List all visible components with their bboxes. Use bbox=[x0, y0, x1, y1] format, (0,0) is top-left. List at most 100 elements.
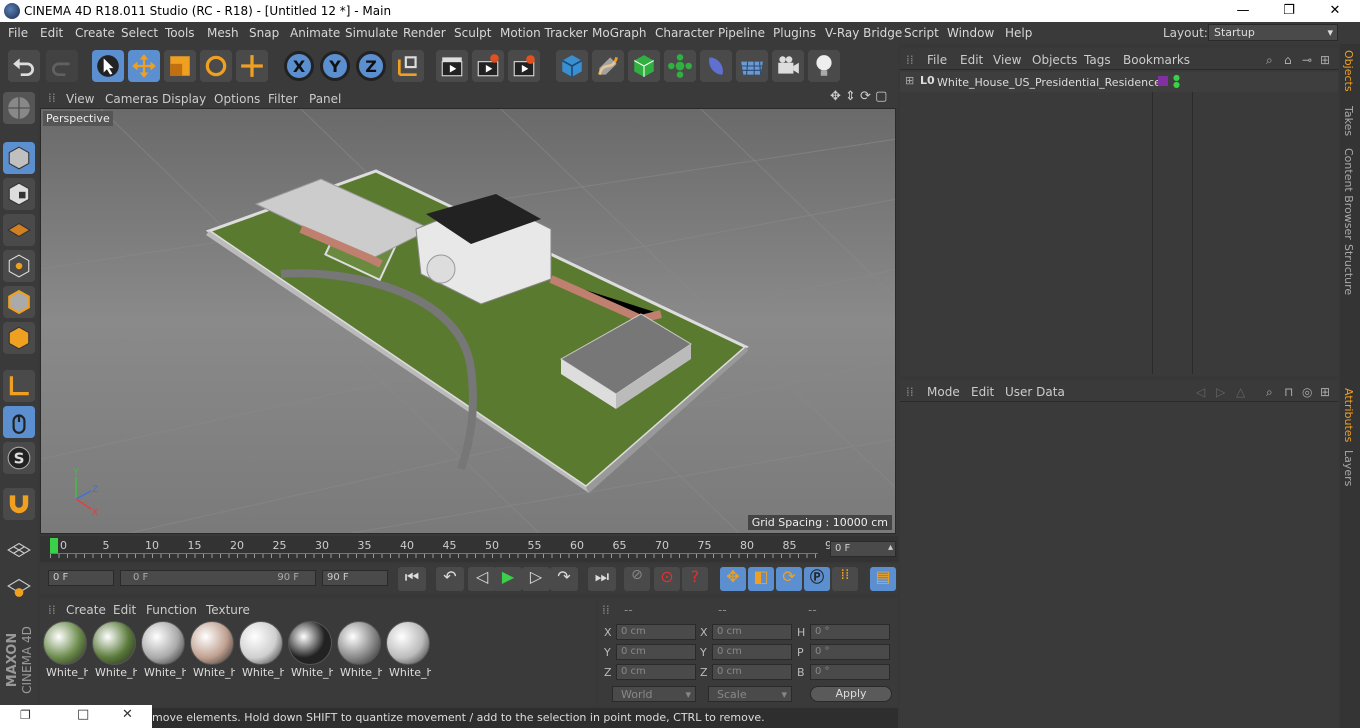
end-frame-field[interactable]: 90 F bbox=[322, 570, 388, 586]
material-menu-texture[interactable]: Texture bbox=[206, 603, 250, 617]
coord-field[interactable]: 0 cm bbox=[712, 664, 792, 680]
material-menu-function[interactable]: Function bbox=[146, 603, 197, 617]
menu-help[interactable]: Help bbox=[1005, 26, 1032, 40]
play-button[interactable]: ▶ bbox=[494, 567, 522, 591]
model-mode-button[interactable] bbox=[3, 142, 35, 174]
workplane-mode-button[interactable] bbox=[3, 570, 35, 602]
viewport-nav-icons[interactable]: ✥ ⇕ ⟳ ▢ bbox=[830, 89, 887, 104]
menu-motion-tracker[interactable]: Motion Tracker bbox=[500, 26, 588, 40]
tab-structure[interactable]: Structure bbox=[1342, 244, 1355, 295]
maximize-icon[interactable]: □ bbox=[77, 707, 89, 722]
keyframe-button[interactable]: ⊘ bbox=[624, 567, 650, 591]
key-rotation-button[interactable]: ⟳ bbox=[776, 567, 802, 591]
tab-takes[interactable]: Takes bbox=[1342, 106, 1355, 136]
x-axis-button[interactable]: X bbox=[284, 51, 314, 81]
objects-menu-edit[interactable]: Edit bbox=[960, 53, 983, 67]
tab-attributes[interactable]: Attributes bbox=[1342, 388, 1355, 442]
points-mode-button[interactable] bbox=[3, 250, 35, 282]
restore-icon[interactable]: ❐ bbox=[20, 708, 31, 722]
start-frame-field[interactable]: 0 F bbox=[48, 570, 114, 586]
menu-script[interactable]: Script bbox=[904, 26, 939, 40]
maximize-button[interactable]: ❐ bbox=[1274, 2, 1304, 20]
subdivision-button[interactable] bbox=[628, 50, 660, 82]
menu-character[interactable]: Character bbox=[655, 26, 714, 40]
range-slider[interactable]: 0 F 90 F bbox=[120, 570, 316, 586]
menu-edit[interactable]: Edit bbox=[40, 26, 63, 40]
key-pla-button[interactable]: ⁞⁞ bbox=[832, 567, 858, 591]
viewport-menu-options[interactable]: Options bbox=[214, 92, 260, 106]
lock-workplane-button[interactable] bbox=[3, 534, 35, 566]
coord-field[interactable]: 0 cm bbox=[712, 624, 792, 640]
tweak-mode-button[interactable] bbox=[3, 406, 35, 438]
home-icon[interactable]: ⌂ bbox=[1284, 53, 1292, 67]
material-swatch[interactable]: White_h bbox=[336, 620, 382, 679]
objects-menu-file[interactable]: File bbox=[927, 53, 947, 67]
search-icon[interactable]: ⌕ bbox=[1266, 385, 1273, 400]
next-frame-button[interactable]: ▷ bbox=[522, 567, 550, 591]
coord-field[interactable]: 0 ° bbox=[810, 624, 890, 640]
playhead[interactable] bbox=[50, 538, 58, 554]
floor-button[interactable] bbox=[736, 50, 768, 82]
viewport-menu-cameras[interactable]: Cameras bbox=[105, 92, 158, 106]
new-panel-icon[interactable]: ⊞ bbox=[1320, 385, 1330, 399]
menu-create[interactable]: Create bbox=[75, 26, 115, 40]
tab-objects[interactable]: Objects bbox=[1342, 50, 1355, 92]
axis-mode-button[interactable] bbox=[3, 370, 35, 402]
menu-file[interactable]: File bbox=[8, 26, 28, 40]
material-swatch[interactable]: White_h bbox=[42, 620, 88, 679]
material-menu-create[interactable]: Create bbox=[66, 603, 106, 617]
viewport-menu-filter[interactable]: Filter bbox=[268, 92, 298, 106]
help-question-icon[interactable]: ? bbox=[682, 567, 708, 591]
timeline-ruler[interactable]: 051015202530354045505560657075808590 0 F… bbox=[40, 536, 898, 562]
key-position-button[interactable]: ✥ bbox=[720, 567, 746, 591]
polygons-mode-button[interactable] bbox=[3, 322, 35, 354]
target-icon[interactable]: ◎ bbox=[1302, 385, 1312, 399]
current-frame-field[interactable]: 0 F ▴ bbox=[830, 541, 896, 557]
objects-menu-tags[interactable]: Tags bbox=[1084, 53, 1111, 67]
render-picture-viewer-button[interactable] bbox=[472, 50, 504, 82]
objects-menu-bookmarks[interactable]: Bookmarks bbox=[1123, 53, 1190, 67]
menu-window[interactable]: Window bbox=[947, 26, 994, 40]
perspective-viewport[interactable]: Y Z X Perspective Grid Spacing : 10000 c… bbox=[40, 108, 896, 534]
light-button[interactable] bbox=[808, 50, 840, 82]
attributes-menu-mode[interactable]: Mode bbox=[927, 385, 960, 399]
menu-mograph[interactable]: MoGraph bbox=[592, 26, 647, 40]
menu-select[interactable]: Select bbox=[121, 26, 158, 40]
deformer-button[interactable] bbox=[700, 50, 732, 82]
magnet-button[interactable] bbox=[3, 488, 35, 520]
material-swatch[interactable]: White_h bbox=[189, 620, 235, 679]
menu-tools[interactable]: Tools bbox=[165, 26, 195, 40]
redo-button[interactable] bbox=[46, 50, 78, 82]
apply-button[interactable]: Apply bbox=[810, 686, 892, 702]
material-menu-edit[interactable]: Edit bbox=[113, 603, 136, 617]
coord-field[interactable]: 0 cm bbox=[712, 644, 792, 660]
render-view-button[interactable] bbox=[436, 50, 468, 82]
menu-simulate[interactable]: Simulate bbox=[345, 26, 398, 40]
close-icon[interactable]: ✕ bbox=[122, 707, 133, 722]
mograph-cloner-button[interactable] bbox=[664, 50, 696, 82]
objects-menu-objects[interactable]: Objects bbox=[1032, 53, 1077, 67]
forward-arrow-icon[interactable]: ▷ bbox=[1216, 385, 1225, 399]
menu-mesh[interactable]: Mesh bbox=[207, 26, 239, 40]
material-swatch[interactable]: White_h bbox=[140, 620, 186, 679]
minimize-button[interactable]: — bbox=[1228, 2, 1258, 20]
transform-tool-button[interactable] bbox=[236, 50, 268, 82]
y-axis-button[interactable]: Y bbox=[320, 51, 350, 81]
visibility-dots-icon[interactable]: ● ● bbox=[1173, 74, 1180, 89]
key-scale-button[interactable]: ◧ bbox=[748, 567, 774, 591]
scale-dropdown[interactable]: Scale ▾ bbox=[708, 686, 792, 702]
menu-sculpt[interactable]: Sculpt bbox=[454, 26, 491, 40]
go-to-start-button[interactable]: ⏮ bbox=[398, 567, 426, 591]
search-icon[interactable]: ⌕ bbox=[1266, 53, 1273, 68]
object-row[interactable]: ⊞ L0 White_House_US_Presidential_Residen… bbox=[900, 72, 1338, 92]
material-swatch[interactable]: White_h bbox=[91, 620, 137, 679]
close-button[interactable]: ✕ bbox=[1320, 2, 1350, 20]
up-arrow-icon[interactable]: △ bbox=[1236, 385, 1245, 399]
world-dropdown[interactable]: World ▾ bbox=[612, 686, 696, 702]
menu-vray-bridge[interactable]: V-Ray Bridge bbox=[825, 26, 902, 40]
lock-icon[interactable]: ⊓ bbox=[1284, 385, 1293, 399]
menu-plugins[interactable]: Plugins bbox=[773, 26, 816, 40]
go-to-end-button[interactable]: ⏭ bbox=[588, 567, 616, 591]
coord-field[interactable]: 0 ° bbox=[810, 644, 890, 660]
object-name[interactable]: White_House_US_Presidential_Residence bbox=[937, 76, 1161, 89]
